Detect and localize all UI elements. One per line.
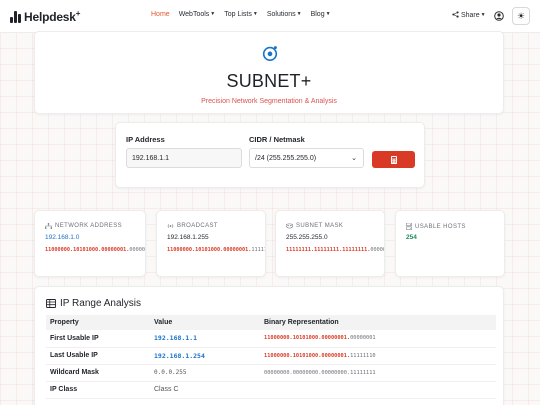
share-icon — [452, 11, 459, 18]
nav-solutions[interactable]: Solutions▼ — [267, 11, 302, 18]
table-row: First Usable IP 192.168.1.1 11000000.101… — [46, 330, 496, 348]
subnet-form: IP Address CIDR / Netmask /24 (255.255.2… — [115, 122, 425, 188]
logo-text: Helpdesk — [24, 10, 76, 24]
hero-card: SUBNET+ Precision Network Segmentation &… — [34, 31, 504, 114]
subnet-mask-card: SUBNET MASK 255.255.255.0 11111111.11111… — [275, 210, 385, 277]
cidr-selected-value: /24 (255.255.255.0) — [255, 155, 317, 162]
share-label: Share — [460, 12, 480, 19]
binary-host-bits: 00000000.00000000.00000000.11111111 — [264, 369, 376, 376]
subnet-mask-label-row: SUBNET MASK — [286, 223, 343, 229]
ip-range-table: Property Value Binary Representation Fir… — [46, 315, 496, 399]
network-address-label-row: NETWORK ADDRESS — [45, 223, 122, 229]
rocket-ring-icon — [262, 46, 278, 62]
binary-network-bits: 11000000.10101000.00000001. — [45, 247, 130, 253]
logo-bars-icon — [10, 10, 21, 23]
row-property: Wildcard Mask — [46, 364, 150, 382]
logo-plus: + — [75, 9, 81, 18]
caret-down-icon: ▼ — [325, 11, 331, 17]
table-row: Last Usable IP 192.168.1.254 11000000.10… — [46, 347, 496, 365]
helpdesk-logo[interactable]: Helpdesk+ — [10, 9, 80, 24]
theme-toggle-button[interactable]: ☀ — [512, 7, 530, 25]
calculator-icon — [390, 155, 397, 164]
row-value: Class C — [150, 381, 260, 399]
usable-hosts-label-row: USABLE HOSTS — [406, 223, 466, 230]
row-binary — [260, 381, 496, 399]
table-row: IP Class Class C — [46, 381, 496, 399]
subnet-mask-value: 255.255.255.0 — [286, 234, 328, 241]
usable-hosts-value: 254 — [406, 234, 417, 241]
ip-address-input[interactable] — [126, 148, 242, 168]
header-binary: Binary Representation — [260, 315, 496, 330]
nav-webtools[interactable]: WebTools▼ — [179, 11, 216, 18]
user-circle-icon[interactable] — [494, 11, 504, 21]
header-property: Property — [46, 315, 150, 330]
nav-blog[interactable]: Blog▼ — [311, 11, 331, 18]
table-row: Wildcard Mask 0.0.0.255 00000000.0000000… — [46, 364, 496, 382]
nav-solutions-label: Solutions — [266, 11, 296, 18]
binary-network-bits: 11000000.10101000.00000001. — [167, 247, 252, 253]
server-icon — [406, 223, 412, 230]
caret-down-icon: ▼ — [296, 11, 302, 17]
nav-webtools-label: WebTools — [178, 11, 210, 18]
network-address-binary: 11000000.10101000.00000001.00000000 — [45, 247, 145, 253]
caret-down-icon: ▼ — [480, 12, 486, 18]
binary-network-bits: 11000000.10101000.00000001. — [264, 352, 351, 359]
cidr-label: CIDR / Netmask — [249, 135, 305, 144]
binary-network-bits: 11111111.11111111.11111111. — [286, 247, 371, 253]
row-binary: 00000000.00000000.00000000.11111111 — [260, 364, 496, 382]
subnet-mask-binary: 11111111.11111111.11111111.00000000 — [286, 247, 384, 253]
row-property: IP Class — [46, 381, 150, 399]
network-address-value: 192.168.1.0 — [45, 234, 80, 241]
top-navbar: Helpdesk+ Home WebTools▼ Top Lists▼ Solu… — [0, 0, 540, 33]
row-value: 192.168.1.1 — [150, 330, 260, 348]
table-header-row: Property Value Binary Representation — [46, 315, 496, 330]
chevron-down-icon: ⌄ — [351, 155, 357, 162]
broadcast-icon — [167, 224, 174, 228]
subnet-mask-label: SUBNET MASK — [296, 223, 344, 229]
table-icon — [46, 299, 56, 308]
row-property: First Usable IP — [46, 330, 150, 348]
row-binary: 11000000.10101000.00000001.00000001 — [260, 330, 496, 348]
sitemap-icon — [45, 223, 52, 229]
row-property: Last Usable IP — [46, 347, 150, 365]
page-title: SUBNET+ — [226, 71, 312, 91]
main-nav: Home WebTools▼ Top Lists▼ Solutions▼ Blo… — [151, 11, 331, 18]
nav-top-lists[interactable]: Top Lists▼ — [224, 11, 258, 18]
broadcast-label: BROADCAST — [177, 223, 218, 229]
nav-blog-label: Blog — [310, 11, 325, 18]
caret-down-icon: ▼ — [252, 11, 258, 17]
caret-down-icon: ▼ — [210, 11, 216, 17]
nav-home-label: Home — [151, 11, 170, 18]
binary-host-bits: 11111111 — [251, 247, 265, 253]
binary-network-bits: 11000000.10101000.00000001. — [264, 335, 351, 342]
nav-home[interactable]: Home — [151, 11, 170, 18]
ip-range-analysis-card: IP Range Analysis Property Value Binary … — [34, 286, 504, 405]
usable-hosts-card: USABLE HOSTS 254 — [395, 210, 505, 277]
row-binary: 11000000.10101000.00000001.11111110 — [260, 347, 496, 365]
ip-range-title: IP Range Analysis — [60, 298, 141, 309]
share-button[interactable]: Share▼ — [452, 11, 486, 19]
network-address-label: NETWORK ADDRESS — [55, 223, 123, 229]
cidr-select[interactable]: /24 (255.255.255.0) ⌄ — [249, 148, 364, 168]
calculate-button[interactable] — [372, 151, 415, 168]
nav-top-lists-label: Top Lists — [224, 11, 252, 18]
header-value: Value — [150, 315, 260, 330]
binary-host-bits: 00000000 — [370, 247, 384, 253]
binary-host-bits: 00000001 — [350, 335, 376, 342]
ip-range-title-row: IP Range Analysis — [46, 298, 141, 309]
sun-icon: ☀ — [516, 10, 526, 21]
usable-hosts-label: USABLE HOSTS — [415, 223, 466, 230]
ip-address-label: IP Address — [126, 135, 165, 144]
page-subtitle: Precision Network Segmentation & Analysi… — [201, 98, 337, 105]
broadcast-value: 192.168.1.255 — [167, 234, 209, 241]
broadcast-card: BROADCAST 192.168.1.255 11000000.1010100… — [156, 210, 266, 277]
row-value: 0.0.0.255 — [150, 364, 260, 382]
binary-host-bits: 11111110 — [350, 352, 376, 359]
network-address-card: NETWORK ADDRESS 192.168.1.0 11000000.101… — [34, 210, 146, 277]
broadcast-label-row: BROADCAST — [167, 223, 218, 229]
broadcast-binary: 11000000.10101000.00000001.11111111 — [167, 247, 265, 253]
row-value: 192.168.1.254 — [150, 347, 260, 365]
binary-host-bits: 00000000 — [129, 247, 145, 253]
mask-icon — [286, 223, 293, 229]
